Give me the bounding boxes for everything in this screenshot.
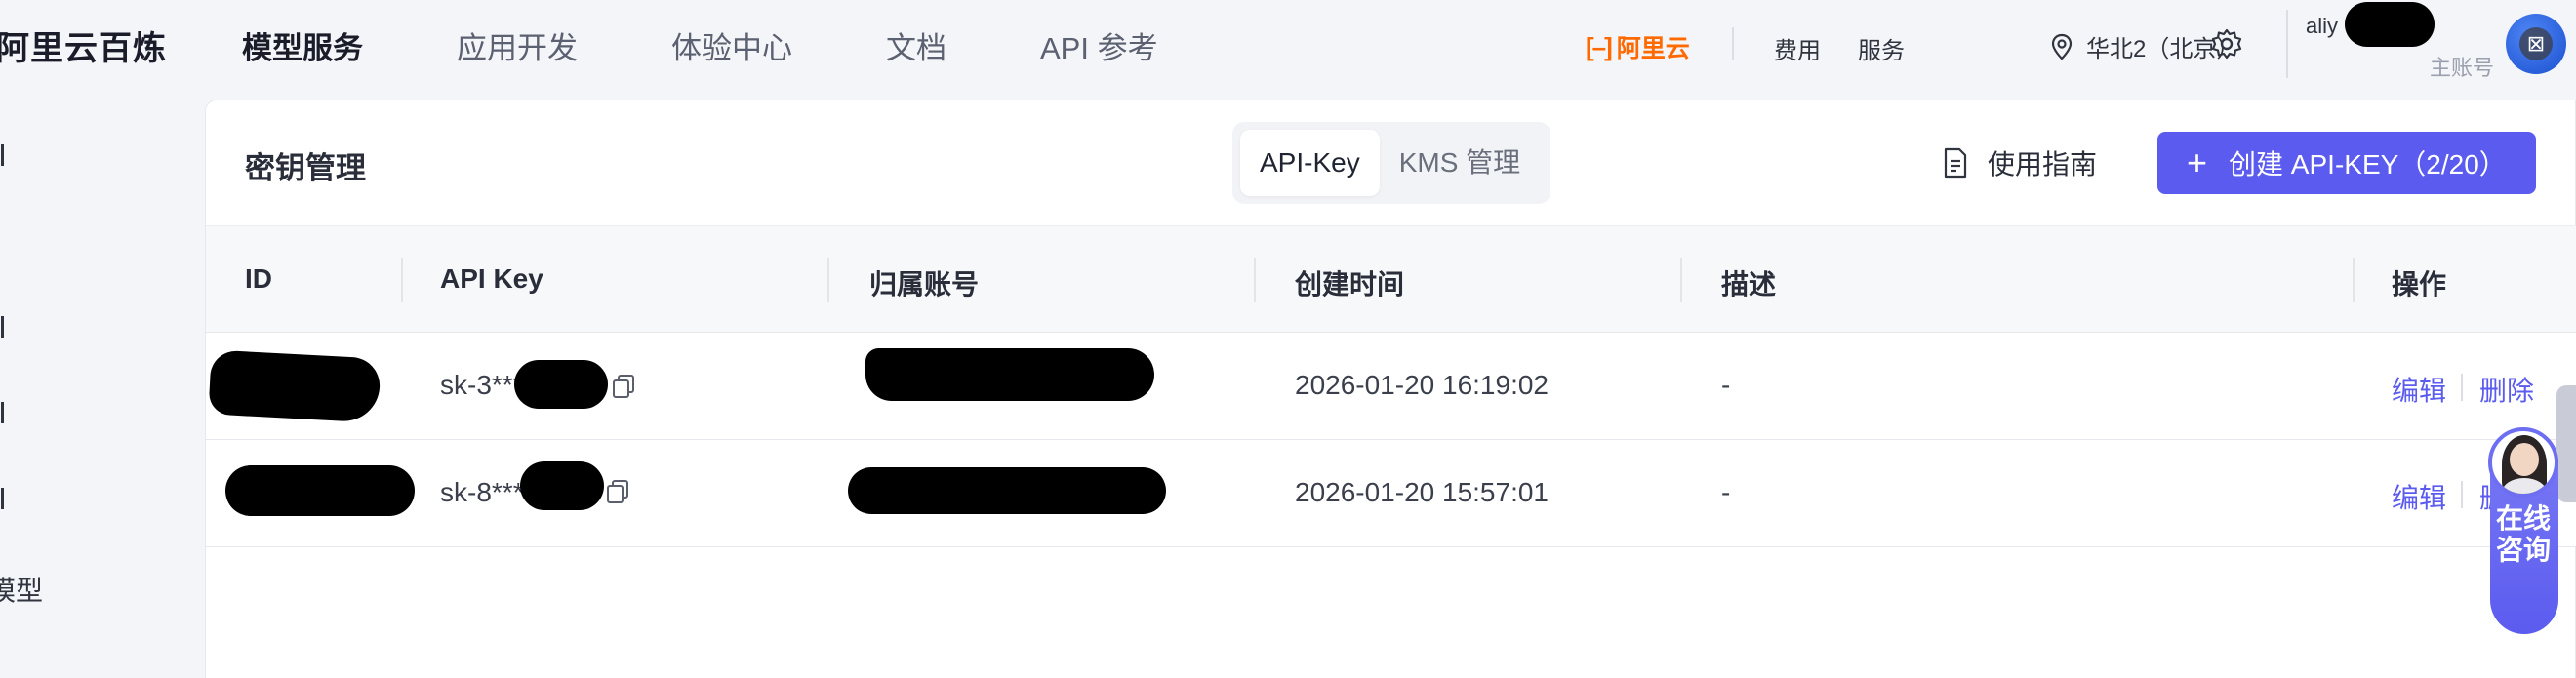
copy-icon[interactable] <box>606 479 629 504</box>
description-value: - <box>1721 370 1731 400</box>
close-icon[interactable]: ⊠ <box>2519 27 2553 60</box>
usage-guide-link[interactable]: 使用指南 <box>1943 143 2097 182</box>
nav-tabs: 模型服务 应用开发 体验中心 文档 API 参考 <box>242 0 1252 90</box>
tab-experience-center[interactable]: 体验中心 <box>671 23 792 67</box>
create-api-key-label: 创建 API-KEY（2/20） <box>2229 149 2507 179</box>
location-pin-icon <box>2051 33 2073 60</box>
sidebar-item-model[interactable]: 模型 <box>0 570 43 609</box>
copy-icon[interactable] <box>612 374 635 399</box>
column-header-actions: 操作 <box>2392 269 2447 299</box>
segment-kms[interactable]: KMS 管理 <box>1380 130 1540 196</box>
redacted-account <box>865 348 1154 401</box>
redacted-id <box>208 349 382 423</box>
aliyun-logo[interactable]: [–] 阿里云 <box>1586 29 1690 64</box>
tab-api-reference[interactable]: API 参考 <box>1040 23 1158 67</box>
top-right-toolbar: [–] 阿里云 费用 服务 华北2（北京） aliy 主账号 ⊠ <box>1503 0 2576 90</box>
sidebar: 模型 <box>0 90 205 678</box>
delete-link[interactable]: 删除 <box>2479 370 2534 409</box>
brand-title[interactable]: 阿里云百炼 <box>0 21 167 69</box>
divider <box>1732 27 1734 60</box>
aliyun-logo-text: 阿里云 <box>1616 35 1690 62</box>
page-title: 密钥管理 <box>245 151 366 185</box>
tab-docs[interactable]: 文档 <box>886 23 946 67</box>
redacted-account <box>848 467 1166 514</box>
account-type-label: 主账号 <box>2430 56 2495 80</box>
table-row: sk-8*** 2026-01-20 15:57:01 - 编辑 删除 <box>206 440 2576 547</box>
usage-guide-label: 使用指南 <box>1988 149 2098 179</box>
online-consult-label[interactable]: 在线咨询 <box>2496 503 2551 566</box>
created-time: 2026-01-20 16:19:02 <box>1295 370 1549 400</box>
table-header: ID API Key 归属账号 创建时间 描述 操作 <box>206 225 2576 333</box>
redacted-key-part <box>514 360 608 409</box>
aliyun-logo-icon: [–] <box>1586 31 1613 61</box>
avatar-face <box>2510 443 2539 476</box>
redacted-id <box>225 465 415 516</box>
table-row: sk-3*** 2026-01-20 16:19:02 - 编辑 删除 <box>206 333 2576 440</box>
sidebar-item-fragment[interactable] <box>0 316 4 338</box>
action-divider <box>2461 374 2463 401</box>
key-type-segmented-control: API-Key KMS 管理 <box>1232 122 1550 204</box>
column-header-id[interactable]: ID <box>245 263 272 295</box>
tab-app-dev[interactable]: 应用开发 <box>457 23 578 67</box>
column-header-description[interactable]: 描述 <box>1721 263 1776 302</box>
sidebar-item-fragment[interactable] <box>0 144 4 166</box>
service-link[interactable]: 服务 <box>1858 31 1905 65</box>
column-header-account[interactable]: 归属账号 <box>869 263 979 302</box>
tab-model-service[interactable]: 模型服务 <box>242 23 363 67</box>
user-name[interactable]: aliy <box>2306 14 2338 39</box>
action-divider <box>2461 481 2463 508</box>
api-key-value: sk-3*** <box>440 370 524 400</box>
top-navigation: 阿里云百炼 模型服务 应用开发 体验中心 文档 API 参考 [–] 阿里云 费… <box>0 0 2576 90</box>
redacted-username <box>2345 2 2435 47</box>
column-divider[interactable] <box>401 258 403 302</box>
column-divider[interactable] <box>827 258 829 302</box>
divider <box>2286 10 2288 78</box>
column-header-api-key[interactable]: API Key <box>440 263 543 295</box>
api-key-value: sk-8*** <box>440 477 524 507</box>
settings-gear-icon[interactable] <box>2210 27 2243 65</box>
redacted-key-part <box>520 461 604 510</box>
column-divider[interactable] <box>2353 258 2355 302</box>
sidebar-item-fragment[interactable] <box>0 488 4 509</box>
column-divider[interactable] <box>1680 258 1682 302</box>
fee-link[interactable]: 费用 <box>1774 31 1821 65</box>
create-api-key-button[interactable]: + 创建 API-KEY（2/20） <box>2157 132 2536 194</box>
plus-icon: + <box>2187 142 2208 182</box>
scroll-handle[interactable] <box>2556 385 2576 502</box>
edit-link[interactable]: 编辑 <box>2392 370 2446 409</box>
segment-api-key[interactable]: API-Key <box>1240 130 1380 196</box>
created-time: 2026-01-20 15:57:01 <box>1295 477 1549 507</box>
user-avatar[interactable]: ⊠ <box>2506 14 2566 74</box>
sidebar-item-fragment[interactable] <box>0 402 4 423</box>
document-icon <box>1944 147 1967 179</box>
description-value: - <box>1721 477 1731 507</box>
consultant-avatar[interactable] <box>2488 427 2558 498</box>
column-header-created[interactable]: 创建时间 <box>1295 263 1404 302</box>
column-divider[interactable] <box>1254 258 1256 302</box>
key-management-card: 密钥管理 API-Key KMS 管理 使用指南 + 创建 API-KEY（2/… <box>205 100 2576 678</box>
edit-link[interactable]: 编辑 <box>2392 477 2446 516</box>
